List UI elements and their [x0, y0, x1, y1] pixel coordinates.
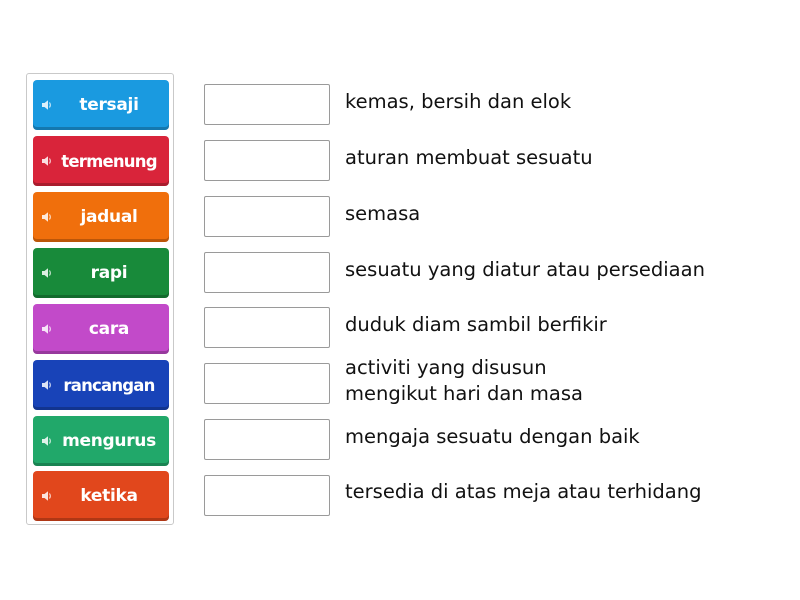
- word-tile-label: jadual: [80, 207, 138, 227]
- speaker-icon[interactable]: [41, 267, 53, 279]
- word-tile-cara[interactable]: cara: [33, 304, 169, 354]
- answer-drop-slot-2[interactable]: [204, 140, 330, 181]
- word-tile-label: mengurus: [62, 431, 156, 451]
- definition-2: aturan membuat sesuatu: [345, 146, 593, 169]
- word-tile-rapi[interactable]: rapi: [33, 248, 169, 298]
- word-tile-label: termenung: [61, 151, 157, 171]
- answer-drop-slot-5[interactable]: [204, 307, 330, 348]
- definition-6-line-2: mengikut hari dan masa: [345, 382, 583, 405]
- word-tile-ketika[interactable]: ketika: [33, 471, 169, 521]
- word-tile-termenung[interactable]: termenung: [33, 136, 169, 186]
- speaker-icon[interactable]: [41, 155, 53, 167]
- definition-5: duduk diam sambil berfikir: [345, 313, 607, 336]
- word-tile-label: cara: [88, 319, 130, 339]
- answer-drop-slot-4[interactable]: [204, 252, 330, 293]
- definition-7: mengaja sesuatu dengan baik: [345, 425, 640, 448]
- word-tile-tersaji[interactable]: tersaji: [33, 80, 169, 130]
- definition-3: semasa: [345, 202, 421, 225]
- word-tile-mengurus[interactable]: mengurus: [33, 416, 169, 466]
- answer-drop-slot-8[interactable]: [204, 475, 330, 516]
- speaker-icon[interactable]: [41, 323, 53, 335]
- speaker-icon[interactable]: [41, 435, 53, 447]
- word-tile-tray: tersaji termenung jadual rapi cara ranca…: [26, 73, 174, 525]
- word-tile-label: rapi: [90, 263, 128, 283]
- word-tile-label: ketika: [80, 486, 138, 506]
- speaker-icon[interactable]: [41, 99, 53, 111]
- definition-8: tersedia di atas meja atau terhidang: [345, 480, 702, 503]
- answer-drop-slot-3[interactable]: [204, 196, 330, 237]
- word-tile-label: rancangan: [63, 375, 155, 395]
- speaker-icon[interactable]: [41, 490, 53, 502]
- speaker-icon[interactable]: [41, 211, 53, 223]
- answer-drop-slot-1[interactable]: [204, 84, 330, 125]
- word-tile-rancangan[interactable]: rancangan: [33, 360, 169, 410]
- answer-drop-slot-7[interactable]: [204, 419, 330, 460]
- definition-1: kemas, bersih dan elok: [345, 90, 572, 113]
- word-tile-label: tersaji: [79, 95, 139, 115]
- answer-drop-slot-6[interactable]: [204, 363, 330, 404]
- word-tile-jadual[interactable]: jadual: [33, 192, 169, 242]
- definition-4: sesuatu yang diatur atau persediaan: [345, 258, 705, 281]
- definition-6-line-1: activiti yang disusun: [345, 356, 547, 379]
- speaker-icon[interactable]: [41, 379, 53, 391]
